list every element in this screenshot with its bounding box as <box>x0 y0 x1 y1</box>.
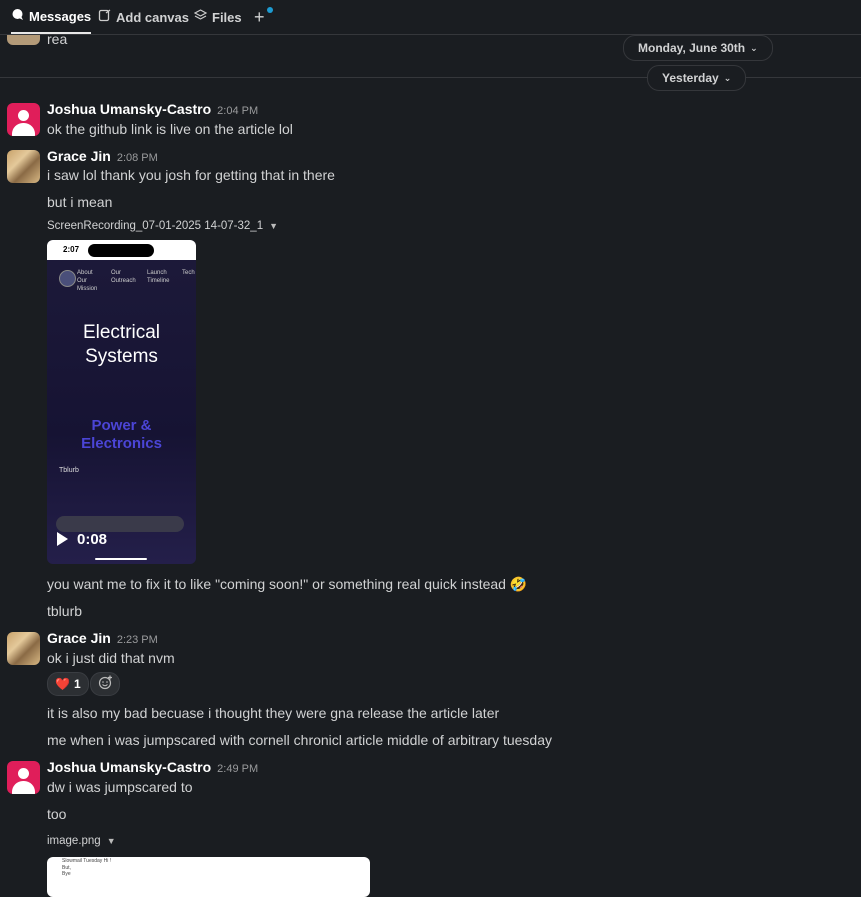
caret-down-icon[interactable]: ▼ <box>269 221 278 231</box>
preview-subtitle: Power & <box>91 417 152 434</box>
message-author[interactable]: Joshua Umansky-Castro 2:49 PM <box>47 759 258 775</box>
message-text: ok i just did that nvm <box>47 650 175 666</box>
message-timestamp[interactable]: 2:04 PM <box>217 105 258 117</box>
message-author[interactable]: Joshua Umansky-Castro 2:04 PM <box>47 101 258 117</box>
date-label: Monday, June 30th <box>638 41 746 55</box>
chevron-down-icon: ⌄ <box>750 42 758 53</box>
avatar[interactable] <box>7 150 40 183</box>
author-name[interactable]: Grace Jin <box>47 630 111 646</box>
message-timestamp[interactable]: 2:08 PM <box>117 152 158 164</box>
message-text: you want me to fix it to like "coming so… <box>47 576 528 592</box>
image-preview-text: Bye <box>62 871 71 877</box>
caret-down-icon[interactable]: ▼ <box>107 836 116 846</box>
dynamic-island <box>88 244 154 257</box>
tab-add-canvas-label: Add canvas <box>116 9 189 25</box>
notification-dot <box>267 7 273 13</box>
preview-nav-item: Our Outreach <box>111 270 136 284</box>
preview-nav-item: Tech <box>182 270 195 276</box>
tab-files[interactable]: Files <box>193 0 242 34</box>
message-text: dw i was jumpscared to <box>47 779 193 795</box>
filename-label: ScreenRecording_07-01-2025 14-07-32_1 <box>47 220 264 232</box>
reaction-count: 1 <box>73 677 81 691</box>
avatar[interactable] <box>7 761 40 794</box>
channel-tabs: Messages Add canvas Files + <box>0 0 861 35</box>
message-text: it is also my bad becuase i thought they… <box>47 705 500 721</box>
video-duration: 0:08 <box>77 530 108 548</box>
preview-title: Electrical <box>82 322 161 343</box>
message-text: but i mean <box>47 194 113 210</box>
chevron-down-icon: ⌄ <box>723 72 732 83</box>
add-emoji-icon <box>98 675 113 693</box>
attachment-filename[interactable]: image.png ▼ <box>47 835 116 847</box>
message-text: ok the github link is live on the articl… <box>47 121 293 137</box>
reaction-heart[interactable]: ❤️ 1 <box>47 672 89 696</box>
avatar <box>7 34 40 45</box>
preview-nav-item: Launch Timeline <box>147 270 170 284</box>
play-button[interactable]: 0:08 <box>57 526 107 552</box>
canvas-icon <box>98 9 111 25</box>
video-attachment[interactable]: 2:07 About Our Mission Our Outreach Laun… <box>47 240 196 564</box>
preview-tiny-text: Tblurb <box>59 467 79 474</box>
message-text: too <box>47 806 67 822</box>
author-name[interactable]: Grace Jin <box>47 148 111 164</box>
phone-time: 2:07 <box>63 245 80 254</box>
preview-nav-item: About Our Mission <box>77 270 98 292</box>
author-name[interactable]: Joshua Umansky-Castro <box>47 101 211 117</box>
site-logo <box>59 270 76 287</box>
message-author[interactable]: Grace Jin 2:08 PM <box>47 148 158 164</box>
add-tab-button[interactable]: + <box>254 0 265 34</box>
tab-add-canvas[interactable]: Add canvas <box>98 0 189 34</box>
avatar[interactable] <box>7 632 40 665</box>
date-divider-monday[interactable]: Monday, June 30th ⌄ <box>623 35 773 61</box>
message-text: i saw lol thank you josh for getting tha… <box>47 167 335 183</box>
tab-messages-label: Messages <box>29 8 92 24</box>
message-text: tblurb <box>47 603 83 619</box>
image-preview-text: Slowmail Tuesday Hi ! <box>62 858 112 864</box>
home-indicator <box>95 558 147 560</box>
heart-emoji: ❤️ <box>55 677 70 691</box>
date-divider-yesterday[interactable]: Yesterday ⌄ <box>647 65 747 91</box>
message-timestamp[interactable]: 2:23 PM <box>117 634 158 646</box>
add-reaction-button[interactable] <box>90 672 120 696</box>
attachment-filename[interactable]: ScreenRecording_07-01-2025 14-07-32_1 ▼ <box>47 220 278 232</box>
tab-files-label: Files <box>212 9 242 25</box>
preview-subtitle: Electronics <box>81 435 162 452</box>
image-attachment[interactable]: Slowmail Tuesday Hi ! But, Bye <box>47 857 370 897</box>
message-author[interactable]: Grace Jin 2:23 PM <box>47 630 158 646</box>
filename-label: image.png <box>47 835 101 847</box>
plus-icon: + <box>254 6 265 27</box>
avatar[interactable] <box>7 103 40 136</box>
date-label: Yesterday <box>662 71 719 85</box>
preview-title: Systems <box>85 346 158 367</box>
message-timestamp[interactable]: 2:49 PM <box>217 763 258 775</box>
message-bubble-icon <box>11 8 24 24</box>
message-text: me when i was jumpscared with cornell ch… <box>47 732 552 748</box>
tab-messages[interactable]: Messages <box>11 0 92 34</box>
layers-icon <box>193 9 208 25</box>
author-name[interactable]: Joshua Umansky-Castro <box>47 759 211 775</box>
play-icon <box>57 532 68 546</box>
